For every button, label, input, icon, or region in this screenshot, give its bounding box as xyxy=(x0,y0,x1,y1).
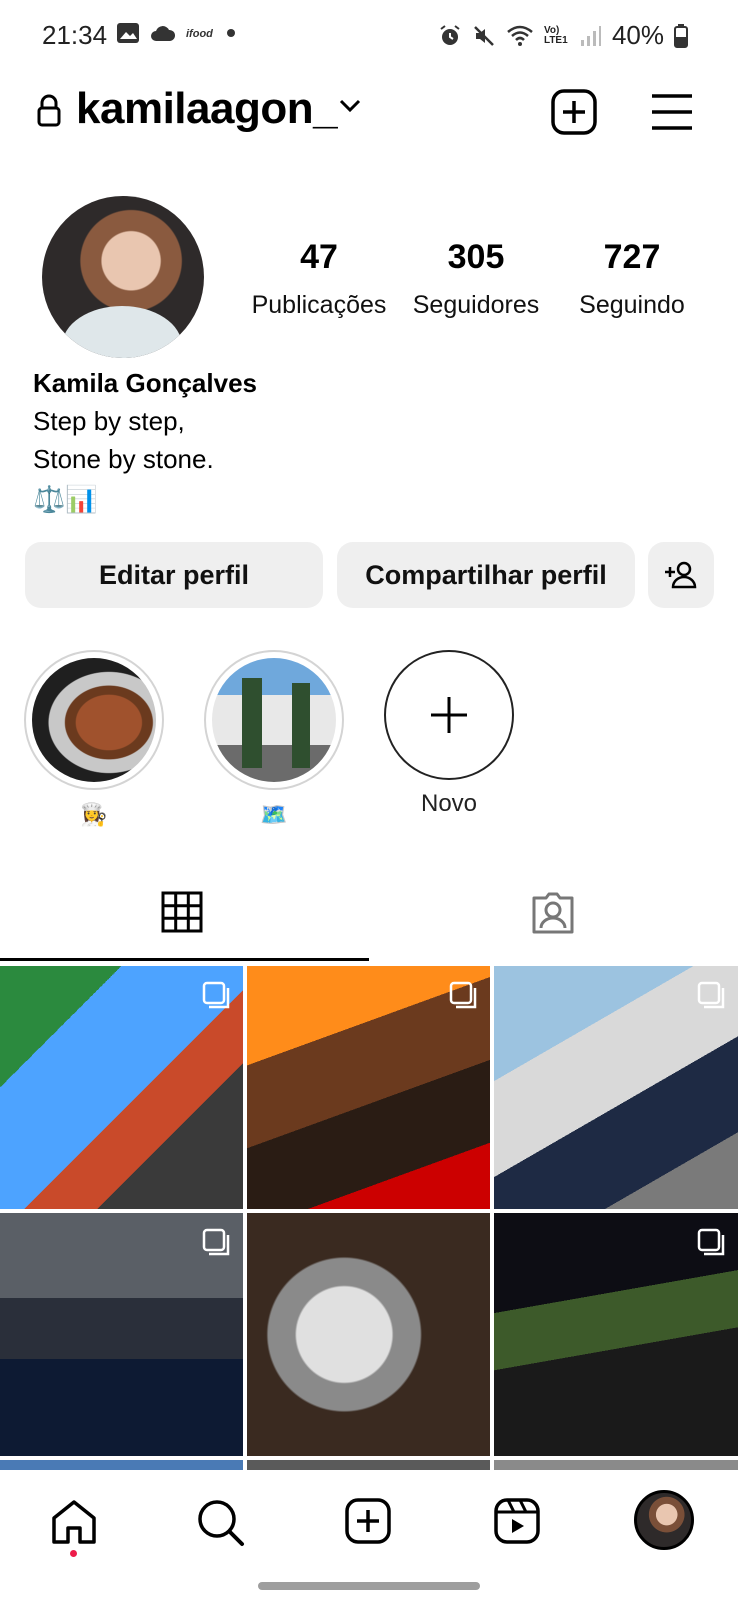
share-profile-button[interactable]: Compartilhar perfil xyxy=(337,542,635,608)
chevron-down-icon[interactable] xyxy=(338,98,362,114)
notification-dot xyxy=(70,1550,77,1557)
highlight-travel[interactable] xyxy=(204,650,344,790)
active-tab-indicator xyxy=(0,958,369,961)
post-thumbnail[interactable] xyxy=(247,1213,490,1456)
post-thumbnail[interactable] xyxy=(0,1213,243,1456)
following-label: Seguindo xyxy=(579,291,685,319)
followers-stat[interactable]: 305 Seguidores xyxy=(401,238,551,320)
followers-label: Seguidores xyxy=(412,291,540,319)
ifood-icon: ifood xyxy=(186,28,213,40)
discover-people-button[interactable] xyxy=(648,542,714,608)
mute-icon xyxy=(474,25,494,46)
highlight-label: 🗺️ xyxy=(260,802,288,827)
new-highlight-button[interactable] xyxy=(384,650,514,780)
add-person-icon xyxy=(665,561,697,589)
following-stat[interactable]: 727 Seguindo xyxy=(557,238,707,320)
status-right-icons: Vo) LTE1 40% xyxy=(438,20,688,51)
menu-icon[interactable] xyxy=(650,92,694,132)
multi-photo-icon xyxy=(449,981,477,1009)
signal-icon xyxy=(580,25,601,46)
new-highlight-label: Novo xyxy=(420,790,478,817)
dot-icon xyxy=(227,29,235,37)
plus-icon xyxy=(431,697,467,733)
multi-photo-icon xyxy=(202,1228,230,1256)
edit-profile-button[interactable]: Editar perfil xyxy=(25,542,323,608)
highlight-label: 👩‍🍳 xyxy=(80,802,108,827)
search-icon[interactable] xyxy=(196,1498,246,1548)
highlight-image xyxy=(212,658,336,782)
multi-photo-icon xyxy=(697,981,725,1009)
following-count: 727 xyxy=(603,238,661,276)
tagged-tab-icon[interactable] xyxy=(530,890,576,936)
post-thumbnail[interactable] xyxy=(0,966,243,1209)
highlight-image xyxy=(32,658,156,782)
posts-count: 47 xyxy=(300,238,338,276)
profile-avatar[interactable] xyxy=(42,196,204,358)
svg-text:ifood: ifood xyxy=(186,28,213,40)
followers-count: 305 xyxy=(447,238,505,276)
cloud-icon xyxy=(151,26,176,41)
bio-emojis: ⚖️📊 xyxy=(33,484,98,514)
battery-percent: 40% xyxy=(611,20,664,50)
reels-icon[interactable] xyxy=(494,1498,540,1544)
bio-line: Step by step, xyxy=(33,406,185,436)
new-post-icon[interactable] xyxy=(550,88,598,136)
profile-full-name: Kamila Gonçalves xyxy=(33,368,257,398)
post-thumbnail[interactable] xyxy=(247,966,490,1209)
gallery-icon xyxy=(117,23,139,43)
multi-photo-icon xyxy=(202,981,230,1009)
home-icon[interactable] xyxy=(50,1498,98,1546)
network-label: Vo) LTE1 xyxy=(543,24,568,46)
grid-tab-icon[interactable] xyxy=(160,890,204,934)
status-bar: 21:34 ifood Vo) LTE1 40% xyxy=(0,0,738,70)
post-thumbnail[interactable] xyxy=(494,1213,738,1456)
highlight-cake[interactable] xyxy=(24,650,164,790)
posts-label: Publicações xyxy=(251,291,387,319)
wifi-icon xyxy=(507,25,533,46)
lock-icon xyxy=(37,94,61,127)
post-thumbnail[interactable] xyxy=(494,966,738,1209)
battery-icon xyxy=(674,23,688,48)
gesture-bar xyxy=(258,1582,480,1590)
status-left-icons: ifood xyxy=(116,22,236,44)
multi-photo-icon xyxy=(697,1228,725,1256)
bio-line: Stone by stone. xyxy=(33,444,214,474)
status-time: 21:34 xyxy=(42,20,108,50)
profile-username[interactable]: kamilaagon_ xyxy=(76,84,338,134)
alarm-icon xyxy=(440,24,460,45)
posts-stat[interactable]: 47 Publicações xyxy=(244,238,394,320)
profile-nav-avatar[interactable] xyxy=(634,1490,694,1550)
create-icon[interactable] xyxy=(345,1498,391,1544)
